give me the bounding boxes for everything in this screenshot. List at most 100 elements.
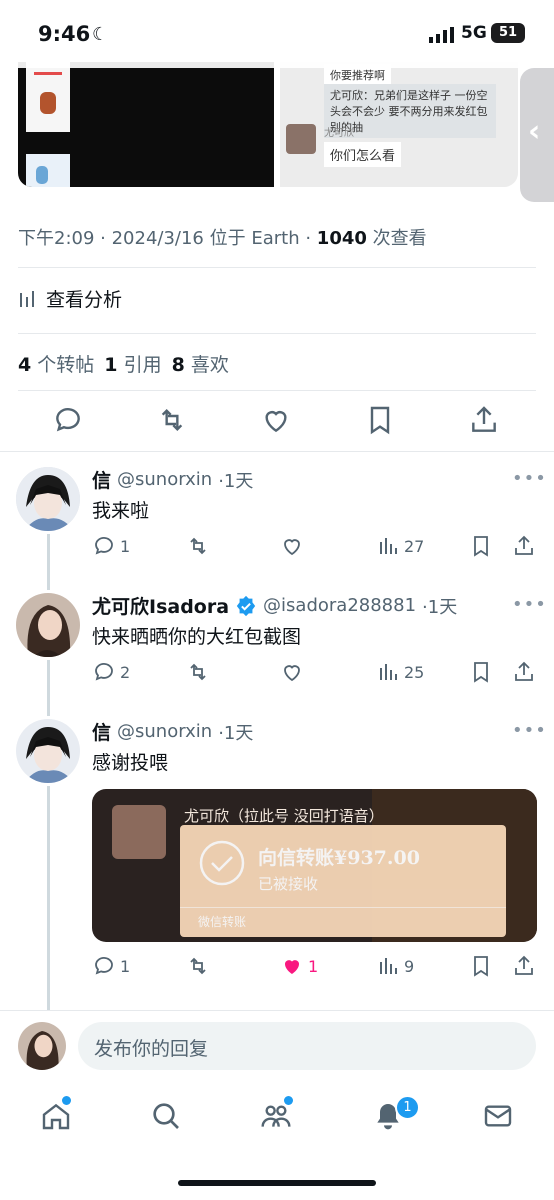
analytics-icon bbox=[380, 958, 397, 974]
reply-text: 快来晒晒你的大红包截图 bbox=[92, 626, 302, 648]
retweet-icon bbox=[190, 663, 206, 681]
share-icon[interactable] bbox=[468, 404, 500, 436]
retweet-icon bbox=[190, 957, 206, 975]
tweet-date: 2024/3/16 bbox=[111, 228, 204, 249]
reply-author-handle[interactable]: @sunorxin bbox=[117, 469, 212, 490]
thread-line bbox=[47, 786, 50, 1010]
reply-header: 信 @sunorxin ·1天 bbox=[92, 466, 253, 493]
like-icon bbox=[284, 665, 300, 682]
reply-button[interactable]: 1 bbox=[92, 954, 130, 978]
verified-badge-icon bbox=[236, 595, 256, 616]
analytics-icon bbox=[20, 290, 34, 307]
avatar[interactable] bbox=[16, 719, 80, 783]
bookmark-button[interactable] bbox=[469, 954, 493, 978]
avatar[interactable] bbox=[18, 1022, 66, 1070]
check-circle-icon bbox=[199, 840, 245, 886]
status-time: 9:46 bbox=[38, 22, 91, 46]
analytics-label: 查看分析 bbox=[46, 289, 123, 311]
retweet-stat[interactable]: 4 个转帖 bbox=[18, 350, 94, 377]
bookmark-icon[interactable] bbox=[364, 404, 396, 436]
transfer-status: 已被接收 bbox=[258, 875, 319, 893]
bookmark-icon bbox=[474, 662, 488, 683]
battery-icon: 51 bbox=[491, 23, 525, 43]
reply-author-handle[interactable]: @isadora288881 bbox=[263, 595, 416, 616]
status-bar: 9:46 ☾ 5G 51 bbox=[0, 0, 554, 68]
divider bbox=[18, 267, 536, 268]
media-image-left[interactable] bbox=[18, 62, 274, 187]
retweet-icon bbox=[190, 537, 206, 555]
heart-filled-icon bbox=[285, 960, 299, 974]
thread-line bbox=[47, 534, 50, 590]
media-image-right[interactable]: 你要推荐啊 尤可欣：兄弟们是这样子 一份空头会不会少 要不两分用来发红包 别的抽… bbox=[280, 62, 518, 187]
reply-author-name[interactable]: 尤可欣Isadora bbox=[92, 592, 229, 619]
avatar[interactable] bbox=[16, 593, 80, 657]
reply-action-bar: 1 1 9 bbox=[92, 954, 542, 984]
reply-input[interactable]: 发布你的回复 bbox=[78, 1022, 536, 1070]
retweet-icon[interactable] bbox=[156, 404, 188, 436]
reply-button[interactable]: 1 bbox=[92, 534, 130, 558]
tweet-stats: 4 个转帖 1 引用 8 喜欢 bbox=[18, 350, 229, 377]
communities-unread-dot bbox=[284, 1096, 293, 1105]
reply-action-bar: 2 25 bbox=[92, 660, 542, 690]
more-options-icon[interactable]: ••• bbox=[512, 720, 547, 741]
views-button[interactable]: 27 bbox=[376, 534, 424, 558]
more-options-icon[interactable]: ••• bbox=[512, 468, 547, 489]
reply-author-name[interactable]: 信 bbox=[92, 718, 111, 745]
share-button[interactable] bbox=[512, 660, 536, 684]
divider bbox=[0, 1010, 554, 1011]
signal-icon bbox=[429, 27, 454, 43]
retweet-button[interactable] bbox=[186, 534, 214, 558]
bookmark-button[interactable] bbox=[469, 534, 493, 558]
like-icon[interactable] bbox=[260, 404, 292, 436]
reply-author-name[interactable]: 信 bbox=[92, 466, 111, 493]
view-analytics-link[interactable]: 查看分析 bbox=[18, 285, 122, 312]
tweet-media[interactable]: 你要推荐啊 尤可欣：兄弟们是这样子 一份空头会不会少 要不两分用来发红包 别的抽… bbox=[18, 62, 518, 187]
like-button[interactable]: 1 bbox=[280, 954, 318, 978]
divider bbox=[0, 451, 554, 452]
share-button[interactable] bbox=[512, 534, 536, 558]
reply-button[interactable]: 2 bbox=[92, 660, 130, 684]
reply-icon bbox=[95, 957, 113, 975]
reply-icon[interactable] bbox=[52, 404, 84, 436]
views-button[interactable]: 25 bbox=[376, 660, 424, 684]
chat-avatar bbox=[112, 805, 166, 859]
chat-bubble: 你们怎么看 bbox=[324, 142, 402, 167]
chevron-left-icon: ‹ bbox=[528, 114, 541, 149]
share-button[interactable] bbox=[512, 954, 536, 978]
bookmark-icon bbox=[474, 956, 488, 977]
reply-age: ·1天 bbox=[218, 722, 254, 744]
search-icon[interactable] bbox=[150, 1100, 182, 1132]
analytics-icon bbox=[380, 664, 397, 680]
avatar[interactable] bbox=[16, 467, 80, 531]
transfer-header: 尤可欣（拉此号 没回打语音） bbox=[184, 807, 384, 825]
bookmark-button[interactable] bbox=[469, 660, 493, 684]
tweet-meta: 下午2:09 · 2024/3/16 位于 Earth · 1040 次查看 bbox=[18, 228, 427, 249]
quote-stat[interactable]: 1 引用 bbox=[104, 350, 161, 377]
reply-header: 信 @sunorxin ·1天 bbox=[92, 718, 253, 745]
share-icon bbox=[515, 955, 533, 975]
like-button[interactable] bbox=[280, 534, 308, 558]
reply-action-bar: 1 27 bbox=[92, 534, 542, 564]
network-label: 5G bbox=[461, 23, 487, 43]
like-button[interactable] bbox=[280, 660, 308, 684]
reply-age: ·1天 bbox=[218, 470, 254, 492]
like-stat[interactable]: 8 喜欢 bbox=[172, 350, 229, 377]
reply-header: 尤可欣Isadora @isadora288881 ·1天 bbox=[92, 592, 457, 619]
reply-author-handle[interactable]: @sunorxin bbox=[117, 721, 212, 742]
transfer-card: 向信转账¥937.00 已被接收 微信转账 bbox=[180, 825, 506, 937]
like-icon bbox=[284, 539, 300, 556]
views-button[interactable]: 9 bbox=[376, 954, 414, 978]
reply-text: 感谢投喂 bbox=[92, 752, 169, 774]
divider bbox=[18, 333, 536, 334]
mail-icon[interactable] bbox=[482, 1100, 514, 1132]
analytics-icon bbox=[380, 538, 397, 554]
media-thumbnail bbox=[26, 62, 70, 132]
reply-attached-image[interactable]: 尤可欣（拉此号 没回打语音） 向信转账¥937.00 已被接收 微信转账 bbox=[92, 789, 537, 942]
retweet-button[interactable] bbox=[186, 954, 214, 978]
retweet-button[interactable] bbox=[186, 660, 214, 684]
tweet-action-bar bbox=[0, 400, 554, 444]
thread-line bbox=[47, 660, 50, 716]
side-panel-handle[interactable]: ‹ bbox=[520, 68, 554, 202]
divider bbox=[18, 390, 536, 391]
more-options-icon[interactable]: ••• bbox=[512, 594, 547, 615]
